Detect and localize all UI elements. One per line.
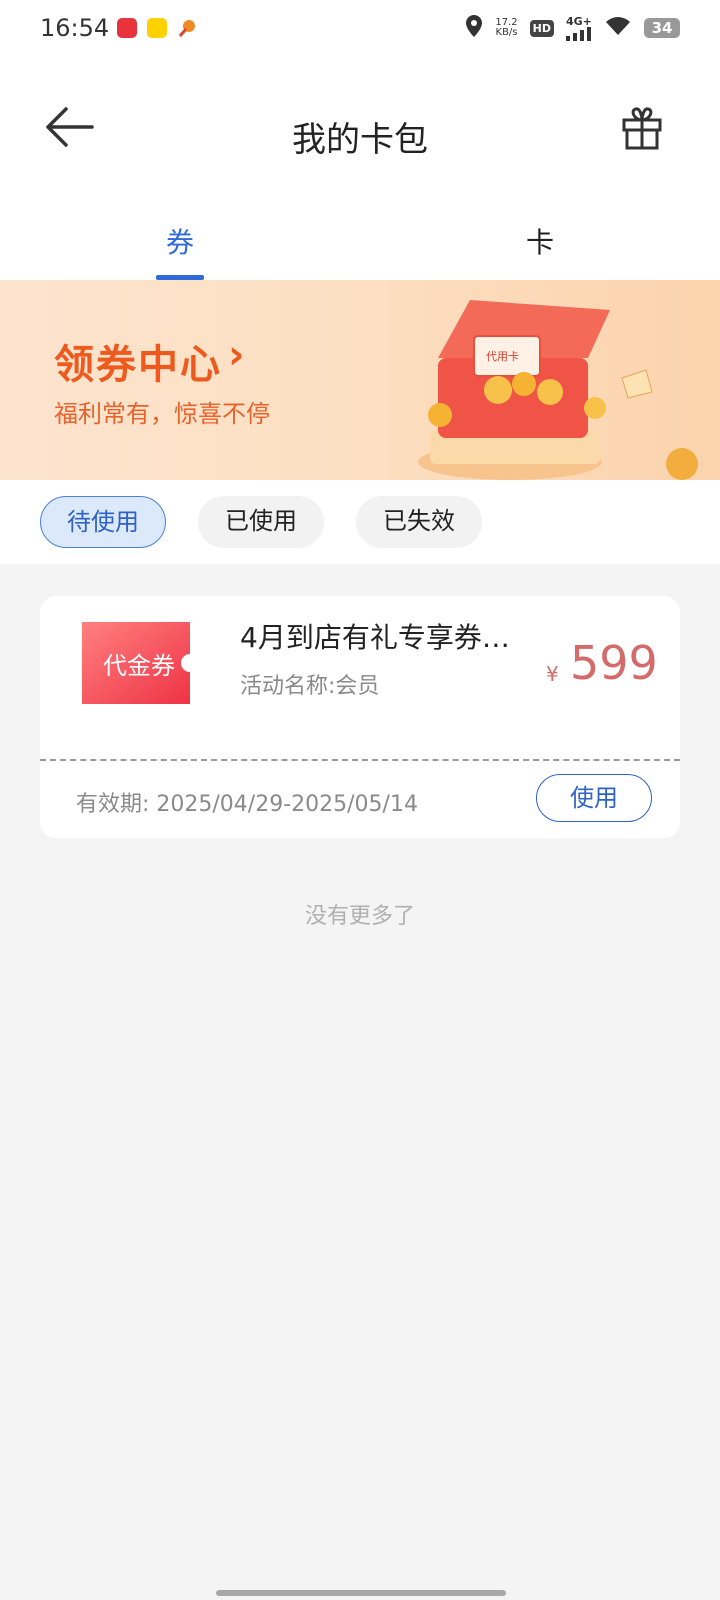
battery-icon: 34 <box>644 18 680 38</box>
net-speed: 17.2 KB/s <box>495 18 517 38</box>
location-icon <box>465 14 483 42</box>
coupon-status-filters: 待使用 已使用 已失效 <box>0 480 720 564</box>
filter-used[interactable]: 已使用 <box>198 496 324 548</box>
banner-title: 领券中心 <box>54 342 222 388</box>
currency-symbol: ¥ <box>546 662 559 686</box>
wifi-icon <box>604 15 632 41</box>
list-end-note: 没有更多了 <box>304 904 415 929</box>
home-indicator[interactable] <box>216 1590 506 1596</box>
use-coupon-button[interactable]: 使用 <box>536 774 652 822</box>
voucher-badge: 代金券 <box>76 616 202 712</box>
status-bar: 16:54 17.2 KB/s HD 4G+ 34 <box>0 0 720 60</box>
coupon-activity: 活动名称:会员 <box>240 674 380 699</box>
filter-expired[interactable]: 已失效 <box>356 496 482 548</box>
banner-subtitle: 福利常有，惊喜不停 <box>54 400 270 428</box>
meituan-icon <box>147 18 167 38</box>
status-time: 16:54 <box>40 14 110 42</box>
filter-pending[interactable]: 待使用 <box>40 496 166 548</box>
gift-icon <box>622 107 662 150</box>
app-header: 我的卡包 <box>0 60 720 195</box>
dashed-divider <box>40 759 680 761</box>
coupon-card[interactable]: 代金券 4月到店有礼专享券… 活动名称:会员 ¥ 599 有效期: 2025/0… <box>40 596 680 838</box>
hd-badge: HD <box>529 19 554 37</box>
treasure-box-illustration: 代用卡 <box>418 300 698 480</box>
app-red-icon <box>117 18 137 38</box>
app-orange-icon <box>177 18 197 38</box>
network-type: 4G+ <box>566 14 592 28</box>
gift-button[interactable] <box>622 106 662 150</box>
coupon-center-banner[interactable]: 领券中心 › 福利常有，惊喜不停 代用卡 <box>0 280 720 480</box>
page-title: 我的卡包 <box>292 120 428 160</box>
signal-icon: 4G+ <box>566 16 592 41</box>
chevron-right-icon: › <box>228 332 245 378</box>
art-label: 代用卡 <box>486 350 519 363</box>
voucher-badge-label: 代金券 <box>103 652 175 680</box>
coupon-validity: 有效期: 2025/04/29-2025/05/14 <box>76 792 418 817</box>
tab-bar: 券 卡 <box>0 195 720 280</box>
tab-coupons[interactable]: 券 <box>166 221 194 261</box>
tab-cards[interactable]: 卡 <box>526 221 554 261</box>
coupon-title: 4月到店有礼专享券… <box>240 621 510 654</box>
coupon-amount: 599 <box>570 636 658 690</box>
net-speed-unit: KB/s <box>495 27 518 38</box>
